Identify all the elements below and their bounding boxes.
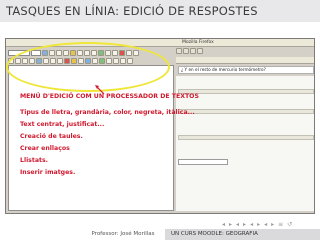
back-icon[interactable] <box>176 48 182 54</box>
nav-prev-icon[interactable]: ◂ <box>250 221 253 228</box>
nav-next-icon[interactable]: ▸ <box>257 221 260 228</box>
nav-prev-icon[interactable]: ◂ <box>264 221 267 228</box>
nav-next-icon[interactable]: ▸ <box>243 221 246 228</box>
window-title: Mozilla Firefox <box>182 40 214 45</box>
browser-toolbar <box>176 48 314 55</box>
callout-item: Inserir imatges. <box>20 169 76 176</box>
nav-prev-icon[interactable]: ◂ <box>222 221 225 228</box>
callout-item: Creació de taules. <box>20 133 83 140</box>
nav-search-icon[interactable]: ↺ <box>287 221 292 228</box>
footer-author: Professor: José Morillas <box>78 229 168 240</box>
slide-navigation: ◂ ▸ ◂ ▸ ◂ ▸ ◂ ▸ ≡ ↺ <box>222 221 292 228</box>
answer-row <box>178 109 314 114</box>
footer-course: UN CURS MOODLE: GEOGRAFIA <box>165 229 320 240</box>
nav-menu-icon[interactable]: ≡ <box>278 221 283 228</box>
highlight-ellipse <box>6 42 170 92</box>
slide-title: TASQUES EN LÍNIA: EDICIÓ DE RESPOSTES <box>0 0 320 22</box>
nav-prev-icon[interactable]: ◂ <box>236 221 239 228</box>
callout-heading: MENÚ D'EDICIÓ COM UN PROCESSADOR DE TEXT… <box>20 93 199 100</box>
callout-item: Llistats. <box>20 157 48 164</box>
home-icon[interactable] <box>197 48 203 54</box>
callout-item: Crear enllaços <box>20 145 70 152</box>
reload-icon[interactable] <box>190 48 196 54</box>
forward-icon[interactable] <box>183 48 189 54</box>
question-text: ¿ Y en el resto de mercurio termómetro? <box>178 66 314 74</box>
callout-item: Text centrat, justificat... <box>20 121 105 128</box>
nav-next-icon[interactable]: ▸ <box>271 221 274 228</box>
answer-row <box>178 135 314 140</box>
callout-item: Tipus de lletra, grandària, color, negre… <box>20 109 195 116</box>
browser-tab-strip <box>176 57 314 64</box>
answer-input[interactable] <box>178 159 228 165</box>
nav-next-icon[interactable]: ▸ <box>229 221 232 228</box>
